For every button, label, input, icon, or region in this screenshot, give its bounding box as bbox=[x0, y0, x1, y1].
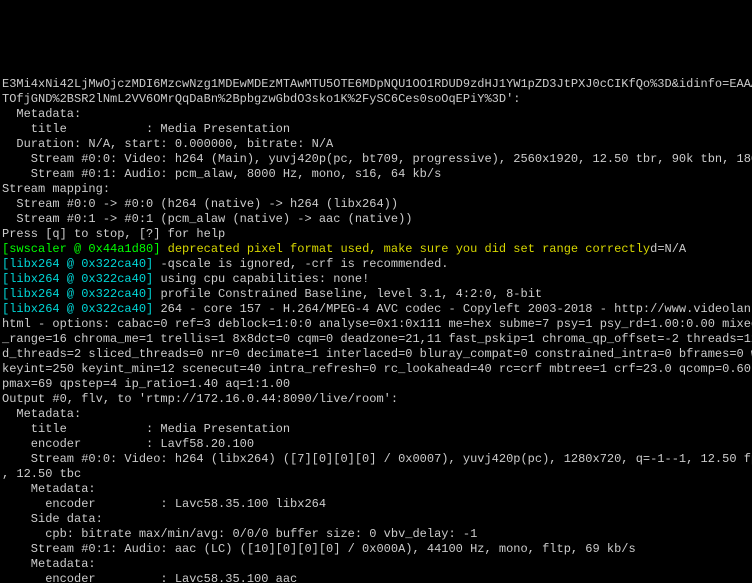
terminal-line: TOfjGND%2BSR2lNmL2VV6OMrQqDaBn%2BpbgzwGb… bbox=[2, 92, 752, 107]
terminal-line: Metadata: bbox=[2, 557, 752, 572]
terminal-line: encoder : Lavc58.35.100 aac bbox=[2, 572, 752, 583]
terminal-line: encoder : Lavc58.35.100 libx264 bbox=[2, 497, 752, 512]
terminal-line: keyint=250 keyint_min=12 scenecut=40 int… bbox=[2, 362, 752, 377]
terminal-line: title : Media Presentation bbox=[2, 422, 752, 437]
terminal-line: Metadata: bbox=[2, 482, 752, 497]
terminal-line: Press [q] to stop, [?] for help bbox=[2, 227, 752, 242]
terminal-segment: [libx264 @ 0x322ca40] bbox=[2, 257, 160, 271]
terminal-line: _range=16 chroma_me=1 trellis=1 8x8dct=0… bbox=[2, 332, 752, 347]
terminal-line: Stream #0:0: Video: h264 (Main), yuvj420… bbox=[2, 152, 752, 167]
terminal-line: [libx264 @ 0x322ca40] using cpu capabili… bbox=[2, 272, 752, 287]
terminal-segment: -qscale is ignored, -crf is recommended. bbox=[160, 257, 448, 271]
terminal-output: E3Mi4xNi42LjMwOjczMDI6MzcwNzg1MDEwMDEzMT… bbox=[0, 75, 752, 583]
terminal-line: Stream #0:0 -> #0:0 (h264 (native) -> h2… bbox=[2, 197, 752, 212]
terminal-line: title : Media Presentation bbox=[2, 122, 752, 137]
terminal-segment: [libx264 @ 0x322ca40] bbox=[2, 272, 160, 286]
terminal-segment: 264 - core 157 - H.264/MPEG-4 AVC codec … bbox=[160, 302, 752, 316]
terminal-line: Stream #0:1: Audio: pcm_alaw, 8000 Hz, m… bbox=[2, 167, 752, 182]
terminal-line: Output #0, flv, to 'rtmp://172.16.0.44:8… bbox=[2, 392, 752, 407]
terminal-line: Metadata: bbox=[2, 107, 752, 122]
terminal-line: Stream #0:1 -> #0:1 (pcm_alaw (native) -… bbox=[2, 212, 752, 227]
terminal-line: E3Mi4xNi42LjMwOjczMDI6MzcwNzg1MDEwMDEzMT… bbox=[2, 77, 752, 92]
terminal-line: Metadata: bbox=[2, 407, 752, 422]
terminal-line: cpb: bitrate max/min/avg: 0/0/0 buffer s… bbox=[2, 527, 752, 542]
terminal-line: , 12.50 tbc bbox=[2, 467, 752, 482]
terminal-line: encoder : Lavf58.20.100 bbox=[2, 437, 752, 452]
terminal-line: pmax=69 qpstep=4 ip_ratio=1.40 aq=1:1.00 bbox=[2, 377, 752, 392]
terminal-line: Side data: bbox=[2, 512, 752, 527]
terminal-segment: [swscaler @ 0x44a1d80] bbox=[2, 242, 168, 256]
terminal-line: Stream #0:1: Audio: aac (LC) ([10][0][0]… bbox=[2, 542, 752, 557]
terminal-line: Duration: N/A, start: 0.000000, bitrate:… bbox=[2, 137, 752, 152]
terminal-segment: [libx264 @ 0x322ca40] bbox=[2, 302, 160, 316]
terminal-line: Stream mapping: bbox=[2, 182, 752, 197]
terminal-line: Stream #0:0: Video: h264 (libx264) ([7][… bbox=[2, 452, 752, 467]
terminal-segment: using cpu capabilities: none! bbox=[160, 272, 369, 286]
terminal-line: html - options: cabac=0 ref=3 deblock=1:… bbox=[2, 317, 752, 332]
terminal-segment: [libx264 @ 0x322ca40] bbox=[2, 287, 160, 301]
terminal-line: [swscaler @ 0x44a1d80] deprecated pixel … bbox=[2, 242, 752, 257]
terminal-line: [libx264 @ 0x322ca40] 264 - core 157 - H… bbox=[2, 302, 752, 317]
terminal-line: [libx264 @ 0x322ca40] -qscale is ignored… bbox=[2, 257, 752, 272]
terminal-segment: profile Constrained Baseline, level 3.1,… bbox=[160, 287, 542, 301]
terminal-line: d_threads=2 sliced_threads=0 nr=0 decima… bbox=[2, 347, 752, 362]
terminal-line: [libx264 @ 0x322ca40] profile Constraine… bbox=[2, 287, 752, 302]
terminal-segment: d=N/A bbox=[650, 242, 686, 256]
terminal-segment: deprecated pixel format used, make sure … bbox=[168, 242, 650, 256]
